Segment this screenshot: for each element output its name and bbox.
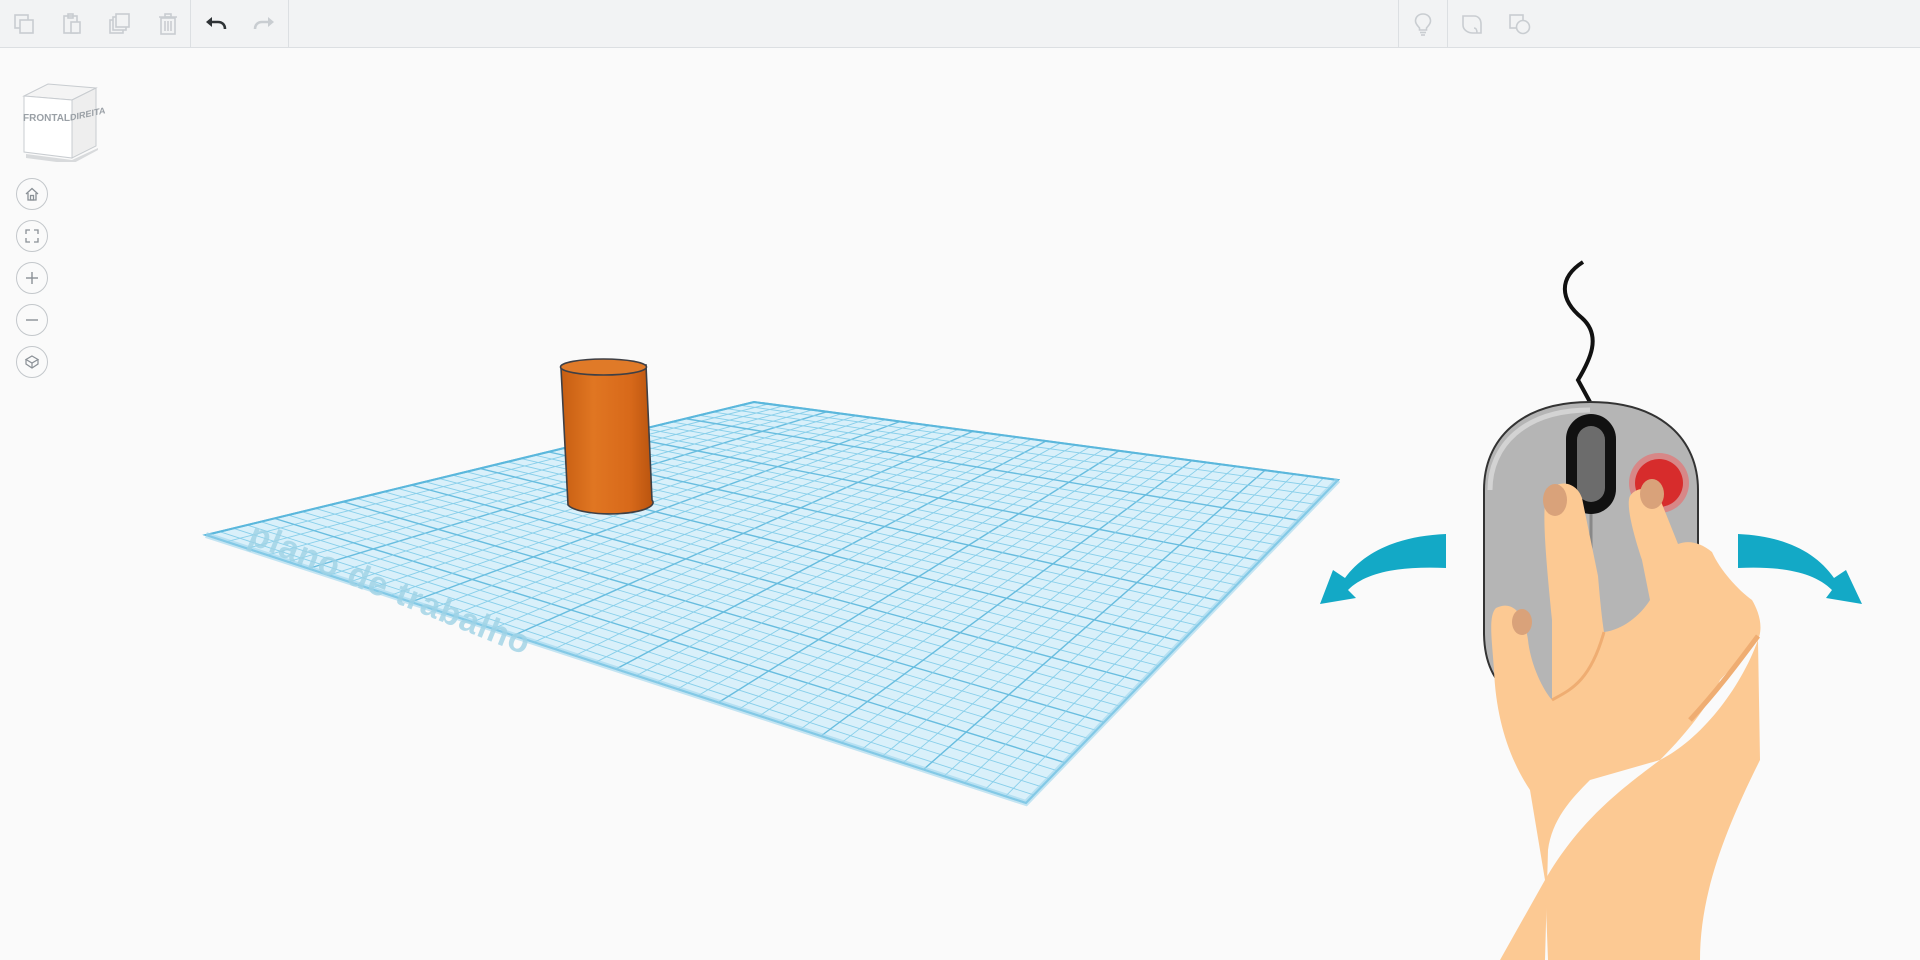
- fingernail: [1640, 479, 1664, 509]
- shapes-icon: [1509, 14, 1531, 35]
- mouse-hint-illustration: [1320, 260, 1862, 960]
- orbit-arrow-right-icon: [1738, 534, 1862, 604]
- undo-icon: [206, 17, 227, 30]
- fingernail: [1512, 609, 1532, 635]
- fingernail: [1543, 484, 1567, 516]
- notes-button[interactable]: [1448, 0, 1496, 48]
- copy-button[interactable]: [0, 0, 48, 48]
- paste-icon: [63, 13, 81, 34]
- shapes-button[interactable]: [1496, 0, 1544, 48]
- paste-button[interactable]: [48, 0, 96, 48]
- edit-tools: [0, 0, 192, 48]
- right-tools: [1399, 0, 1447, 48]
- trash-icon: [159, 13, 177, 35]
- copy-icon: [14, 14, 34, 34]
- toolbar-divider: [288, 0, 289, 48]
- toolbar-divider: [190, 0, 191, 48]
- duplicate-icon: [109, 13, 130, 34]
- right-tools-2: [1448, 0, 1544, 48]
- redo-icon: [253, 17, 274, 30]
- undo-button[interactable]: [192, 0, 240, 48]
- note-icon: [1462, 15, 1482, 34]
- delete-button[interactable]: [144, 0, 192, 48]
- history-tools: [192, 0, 288, 48]
- lightbulb-icon: [1414, 13, 1432, 36]
- hint-button[interactable]: [1399, 0, 1447, 48]
- duplicate-button[interactable]: [96, 0, 144, 48]
- orbit-arrow-left-icon: [1320, 534, 1446, 604]
- redo-button[interactable]: [240, 0, 288, 48]
- mouse-cable: [1563, 260, 1595, 403]
- cylinder-shape[interactable]: [559, 358, 654, 515]
- top-toolbar: [0, 0, 1920, 48]
- workspace-canvas[interactable]: [0, 48, 1920, 960]
